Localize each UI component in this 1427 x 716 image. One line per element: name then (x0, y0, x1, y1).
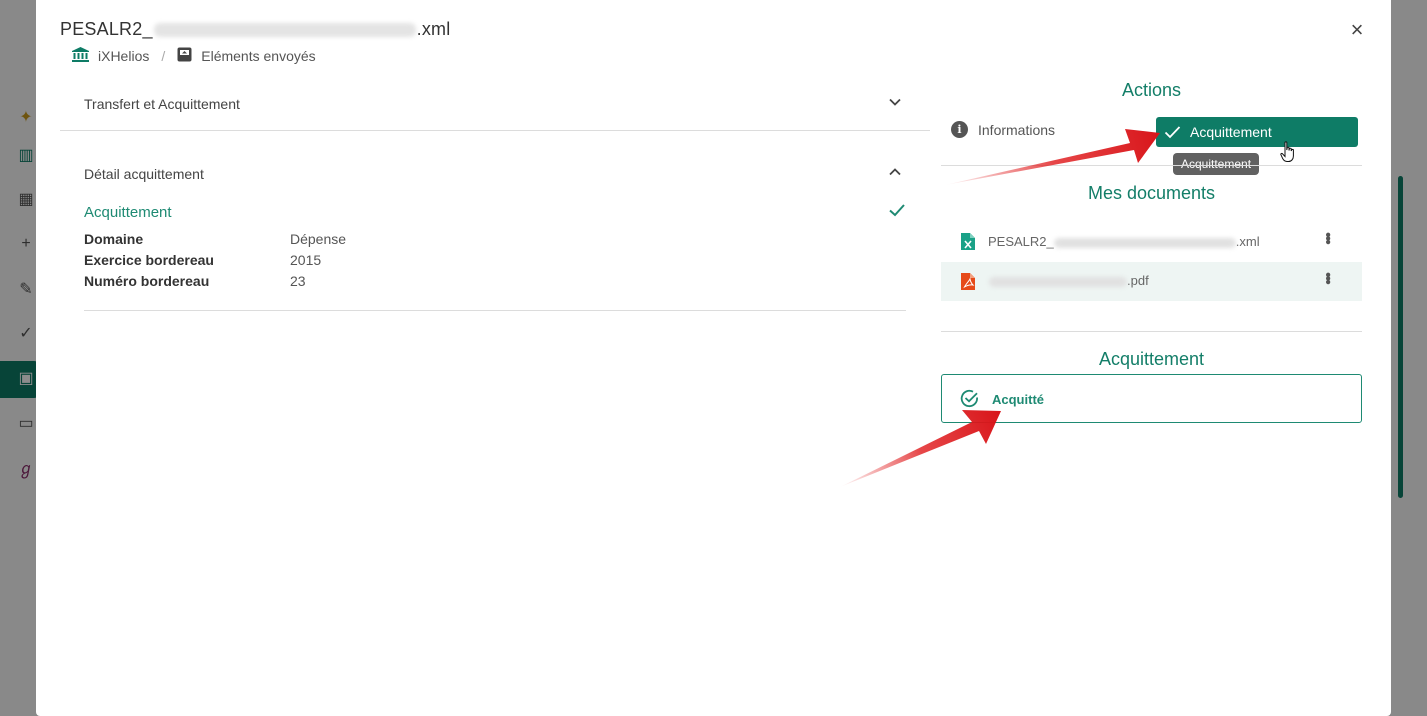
divider (941, 165, 1362, 166)
modal-title: PESALR2_ .xml (60, 19, 450, 40)
close-button[interactable]: × (1347, 19, 1367, 41)
breadcrumb-item-sent[interactable]: Eléments envoyés (201, 48, 315, 64)
field-value: Dépense (290, 231, 347, 247)
redacted-filename (153, 23, 416, 38)
more-options-icon[interactable]: ••• (1318, 232, 1336, 243)
divider (941, 331, 1362, 332)
redacted-filename (1053, 237, 1236, 248)
title-prefix: PESALR2_ (60, 19, 153, 39)
actions-title: Actions (1121, 80, 1182, 100)
accordion-detail-label: Détail acquittement (84, 166, 204, 182)
check-icon (1164, 126, 1181, 139)
document-suffix: .xml (1235, 234, 1260, 249)
document-name: .pdf (989, 273, 1149, 288)
status-title: Acquittement (1098, 349, 1205, 369)
acquittement-button[interactable]: Acquittement (1156, 117, 1358, 147)
more-options-icon[interactable]: ••• (1318, 272, 1336, 283)
document-name: PESALR2_ .xml (988, 234, 1260, 249)
hand-cursor-icon (1280, 141, 1294, 162)
tooltip: Acquittement (1173, 153, 1260, 175)
divider (84, 310, 906, 311)
xml-file-icon (961, 233, 975, 250)
accordion-transfer[interactable]: Transfert et Acquittement (60, 81, 930, 127)
document-item-xml[interactable]: PESALR2_ .xml ••• (941, 222, 1362, 261)
field-key: Exercice bordereau (84, 252, 214, 268)
redacted-filename (989, 276, 1127, 287)
status-badge: Acquitté (941, 374, 1362, 423)
bank-icon (72, 47, 89, 65)
breadcrumb-item-ixhelios[interactable]: iXHelios (98, 48, 149, 64)
field-key: Numéro bordereau (84, 273, 210, 289)
field-key: Domaine (84, 231, 144, 247)
document-item-pdf[interactable]: .pdf ••• (941, 262, 1362, 301)
status-label: Acquitté (992, 392, 1044, 407)
document-suffix: .pdf (1127, 273, 1149, 288)
breadcrumb: iXHelios / Eléments envoyés (72, 47, 316, 65)
sent-box-icon (177, 47, 192, 65)
pdf-file-icon (961, 273, 975, 290)
info-icon: i (951, 121, 968, 138)
accordion-transfer-label: Transfert et Acquittement (84, 96, 240, 112)
documents-title: Mes documents (1087, 183, 1216, 203)
breadcrumb-separator: / (161, 48, 166, 64)
field-value: 2015 (290, 252, 322, 268)
title-suffix: .xml (416, 19, 451, 39)
document-prefix: PESALR2_ (988, 234, 1054, 249)
acquittement-button-label: Acquittement (1190, 124, 1272, 140)
check-circle-icon (960, 389, 978, 408)
tab-informations-label: Informations (978, 121, 1056, 138)
acquittement-heading: Acquittement (84, 204, 172, 221)
chevron-up-icon (889, 168, 901, 176)
divider (60, 130, 930, 131)
accordion-detail[interactable]: Détail acquittement (60, 151, 930, 197)
check-icon (889, 204, 905, 217)
document-detail-modal: PESALR2_ .xml × iXHelios / Eléments envoy… (36, 0, 1391, 716)
field-value: 23 (290, 273, 306, 289)
chevron-down-icon (889, 98, 901, 106)
tab-informations[interactable]: i Informations (951, 121, 1055, 138)
